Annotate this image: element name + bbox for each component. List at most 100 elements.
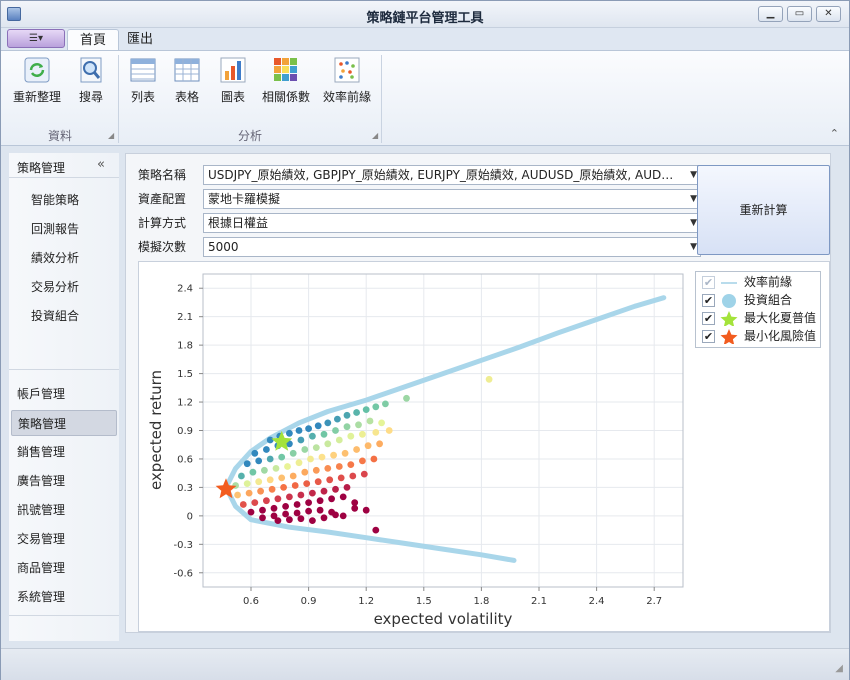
legend-item-frontier[interactable]: ✔ 效率前緣 <box>702 274 817 291</box>
portfolio-point <box>324 465 332 472</box>
frontier-label: 效率前緣 <box>322 90 371 104</box>
portfolio-point <box>245 489 253 497</box>
allocation-value: 蒙地卡羅模擬 <box>208 192 281 206</box>
sidebar-subitem-performance[interactable]: 績效分析 <box>31 249 79 266</box>
legend-checkbox[interactable]: ✔ <box>702 294 715 307</box>
x-tick-label: 0.6 <box>243 596 259 607</box>
sidebar-item-trading[interactable]: 交易管理 <box>11 526 117 552</box>
portfolio-point <box>282 510 289 518</box>
dialog-launcher-icon[interactable]: ◢ <box>108 131 114 140</box>
portfolio-point <box>362 506 370 514</box>
status-bar: ◢ <box>1 648 849 680</box>
legend-checkbox[interactable]: ✔ <box>702 276 715 289</box>
portfolio-point <box>382 400 389 408</box>
table-button[interactable]: 表格 <box>167 55 207 111</box>
portfolio-point <box>339 493 347 501</box>
dropdown-arrow-icon: ▼ <box>690 170 697 180</box>
minimize-button[interactable]: ▁ <box>758 6 783 22</box>
strategy-label: 策略名稱 <box>138 168 187 182</box>
group-label-analysis: 分析 <box>237 129 262 143</box>
portfolio-point <box>385 427 393 434</box>
portfolio-point <box>243 480 251 487</box>
sidebar-item-products[interactable]: 商品管理 <box>11 555 117 581</box>
portfolio-point <box>341 449 349 457</box>
sidebar-item-strategy[interactable]: 策略管理 <box>11 410 117 436</box>
legend-checkbox[interactable]: ✔ <box>702 312 715 325</box>
y-tick-label: 2.1 <box>177 312 193 323</box>
portfolio-point <box>251 449 259 457</box>
portfolio-point <box>353 409 360 416</box>
portfolio-point <box>332 511 339 519</box>
close-button[interactable]: ✕ <box>816 6 841 22</box>
tab-export[interactable]: 匯出 <box>115 29 165 50</box>
strategy-select[interactable]: USDJPY_原始績效, GBPJPY_原始績效, EURJPY_原始績效, A… <box>203 165 701 185</box>
resize-grip-icon[interactable]: ◢ <box>835 663 843 674</box>
portfolio-point <box>255 478 263 486</box>
portfolio-point <box>335 463 343 470</box>
sidebar-subitem-trade-analysis[interactable]: 交易分析 <box>31 278 79 295</box>
legend-item-min-risk[interactable]: ✔ 最小化風險值 <box>702 328 817 345</box>
portfolio-point <box>332 485 339 493</box>
maximize-button[interactable]: ▭ <box>787 6 812 22</box>
correlation-button[interactable]: 相關係數 <box>257 55 315 111</box>
chart-label: 圖表 <box>220 90 245 104</box>
allocation-select[interactable]: 蒙地卡羅模擬 ▼ <box>203 189 701 209</box>
dropdown-arrow-icon: ▼ <box>690 218 697 228</box>
recalculate-button[interactable]: 重新計算 <box>697 165 830 255</box>
chart-legend: ✔ 效率前緣 ✔ 投資組合 ✔ 最大化夏普值 ✔ 最小化風險值 <box>695 271 821 348</box>
legend-item-max-sharpe[interactable]: ✔ 最大化夏普值 <box>702 310 817 327</box>
tab-home[interactable]: 首頁 <box>67 29 120 50</box>
portfolio-point <box>312 466 320 474</box>
collapse-sidebar-icon[interactable]: « <box>97 157 105 172</box>
sidebar-subitem-smart-strategy[interactable]: 智能策略 <box>31 191 79 208</box>
sidebar-subitem-portfolio[interactable]: 投資組合 <box>31 307 79 324</box>
x-tick-label: 1.2 <box>358 596 374 607</box>
portfolio-point <box>305 425 312 432</box>
legend-checkbox[interactable]: ✔ <box>702 330 715 343</box>
list-button[interactable]: 列表 <box>123 55 163 111</box>
portfolio-point <box>266 476 274 484</box>
portfolio-point <box>314 478 322 486</box>
calc-method-select[interactable]: 根據日權益 ▼ <box>203 213 701 233</box>
portfolio-point <box>247 508 255 516</box>
portfolio-point <box>316 497 324 505</box>
portfolio-point <box>320 514 328 522</box>
portfolio-point <box>263 446 270 453</box>
portfolio-point <box>270 504 278 512</box>
sidebar: 策略管理 « 智能策略 回測報告 績效分析 交易分析 投資組合 帳戶管理 策略管… <box>9 153 119 641</box>
y-tick-label: 1.8 <box>177 341 193 352</box>
portfolio-point <box>353 446 360 453</box>
dialog-launcher-icon[interactable]: ◢ <box>372 131 378 140</box>
sidebar-item-signals[interactable]: 訊號管理 <box>11 497 117 523</box>
sidebar-item-ads[interactable]: 廣告管理 <box>11 468 117 494</box>
calc-method-value: 根據日權益 <box>208 216 269 230</box>
portfolio-point <box>239 501 247 508</box>
portfolio-point <box>330 451 337 459</box>
portfolio-point <box>324 419 332 427</box>
app-menu-button[interactable]: ☰▾ <box>7 29 65 48</box>
portfolio-point <box>370 455 378 463</box>
portfolio-point <box>278 453 286 461</box>
legend-label: 最大化夏普值 <box>744 311 817 325</box>
frontier-button[interactable]: 效率前緣 <box>319 55 375 111</box>
calc-method-label: 計算方式 <box>138 216 187 230</box>
legend-item-portfolio[interactable]: ✔ 投資組合 <box>702 292 817 309</box>
refresh-button[interactable]: 重新整理 <box>7 55 67 111</box>
portfolio-point <box>332 427 339 434</box>
y-tick-label: 1.2 <box>177 398 193 409</box>
sidebar-subitem-backtest-report[interactable]: 回測報告 <box>31 220 79 237</box>
chart-button[interactable]: 圖表 <box>213 55 253 111</box>
portfolio-point <box>266 436 274 444</box>
portfolio-point <box>266 455 274 463</box>
simulations-select[interactable]: 5000 ▼ <box>203 237 701 257</box>
portfolio-point <box>295 459 303 467</box>
sidebar-item-sales[interactable]: 銷售管理 <box>11 439 117 465</box>
search-button[interactable]: 搜尋 <box>69 55 113 111</box>
y-tick-label: 2.4 <box>177 284 193 295</box>
search-icon <box>80 57 102 83</box>
sidebar-divider <box>9 369 119 370</box>
collapse-ribbon-icon[interactable]: ⌃ <box>830 127 839 140</box>
app-window: 策略鏈平台管理工具 ▁ ▭ ✕ ☰▾ 首頁 匯出 重新整理 搜尋 列表 表格 圖… <box>0 0 850 680</box>
sidebar-item-accounts[interactable]: 帳戶管理 <box>11 381 117 407</box>
sidebar-item-system[interactable]: 系統管理 <box>11 584 117 610</box>
